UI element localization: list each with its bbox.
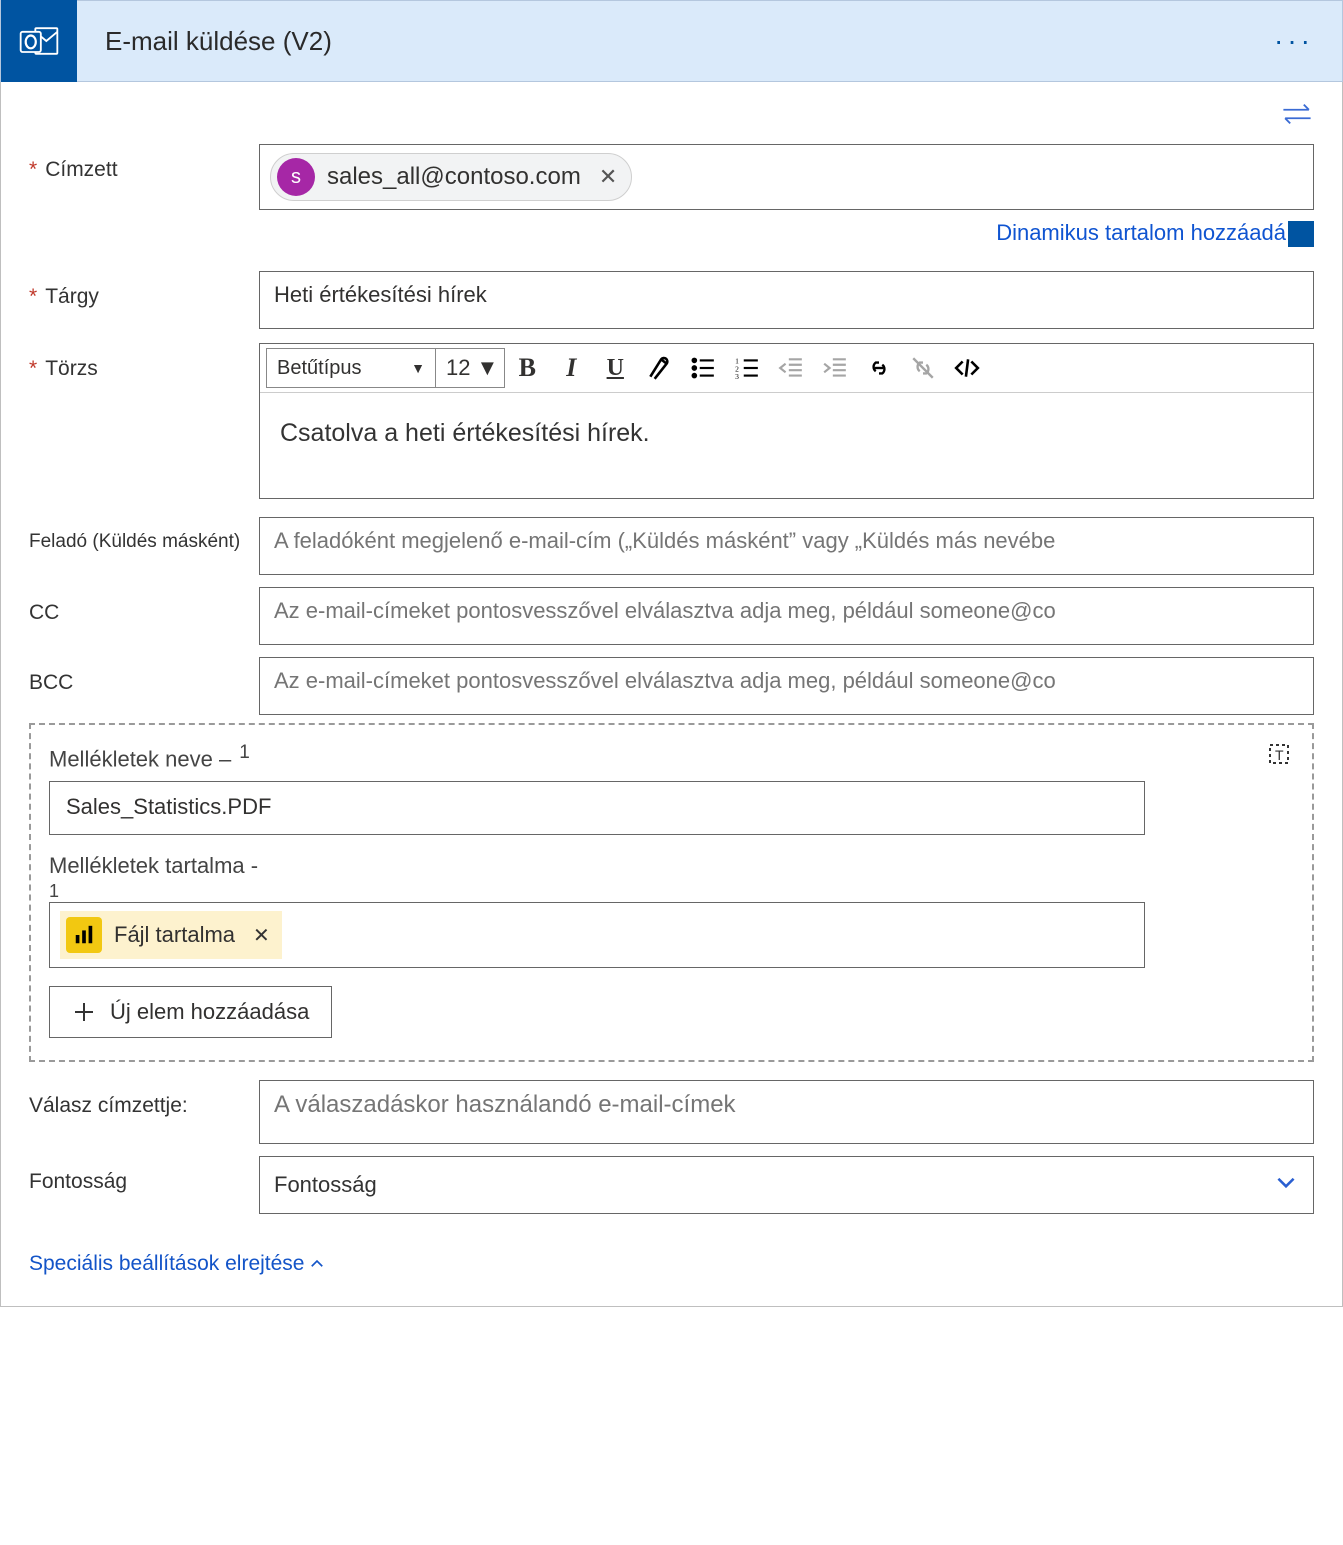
add-item-button[interactable]: Új elem hozzáadása <box>49 986 332 1038</box>
remove-chip-icon[interactable]: ✕ <box>599 164 617 190</box>
recipient-chip[interactable]: s sales_all@contoso.com ✕ <box>270 153 632 201</box>
outdent-button[interactable] <box>769 348 813 388</box>
file-content-token[interactable]: Fájl tartalma ✕ <box>60 911 282 959</box>
subject-label: *Tárgy <box>29 271 259 309</box>
importance-select[interactable]: Fontosság <box>259 1156 1314 1214</box>
bullet-list-button[interactable] <box>681 348 725 388</box>
subject-input[interactable] <box>259 271 1314 329</box>
bold-button[interactable]: B <box>505 348 549 388</box>
file-content-token-label: Fájl tartalma <box>114 922 235 948</box>
remove-token-icon[interactable]: ✕ <box>253 923 270 948</box>
body-text[interactable]: Csatolva a heti értékesítési hírek. <box>260 393 1313 498</box>
color-button[interactable] <box>637 348 681 388</box>
body-label: *Törzs <box>29 343 259 381</box>
from-input[interactable] <box>259 517 1314 575</box>
cc-label: CC <box>29 587 259 625</box>
underline-button[interactable]: U <box>593 348 637 388</box>
bcc-input[interactable] <box>259 657 1314 715</box>
recipient-address: sales_all@contoso.com <box>327 163 581 191</box>
attachment-content-label: Mellékletek tartalma - <box>49 853 1294 879</box>
unlink-button[interactable] <box>901 348 945 388</box>
body-editor: Betűtípus▼ 12▼ B I U 123 <box>259 343 1314 499</box>
avatar: s <box>277 158 315 196</box>
rte-toolbar: Betűtípus▼ 12▼ B I U 123 <box>260 344 1313 393</box>
swap-icon[interactable] <box>1280 100 1314 134</box>
link-button[interactable] <box>857 348 901 388</box>
cc-input[interactable] <box>259 587 1314 645</box>
powerbi-icon <box>66 917 102 953</box>
code-view-button[interactable] <box>945 348 989 388</box>
add-dynamic-content-link[interactable]: Dinamikus tartalom hozzáadá <box>996 220 1314 247</box>
subject-value[interactable] <box>274 282 1299 308</box>
font-family-select[interactable]: Betűtípus▼ <box>266 348 436 388</box>
more-menu-icon[interactable]: ··· <box>1274 25 1342 57</box>
reply-to-input[interactable] <box>259 1080 1314 1144</box>
to-input[interactable]: s sales_all@contoso.com ✕ <box>259 144 1314 210</box>
numbered-list-button[interactable]: 123 <box>725 348 769 388</box>
indent-button[interactable] <box>813 348 857 388</box>
attachment-name-input[interactable] <box>49 781 1145 835</box>
action-header: E-mail küldése (V2) ··· <box>0 0 1343 82</box>
to-label: *Címzett <box>29 144 259 182</box>
italic-button[interactable]: I <box>549 348 593 388</box>
attachment-content-input[interactable]: Fájl tartalma ✕ <box>49 902 1145 968</box>
svg-text:3: 3 <box>735 372 739 381</box>
importance-value: Fontosság <box>274 1172 377 1198</box>
reply-to-label: Válasz címzettje: <box>29 1080 259 1118</box>
chevron-down-icon <box>1273 1169 1299 1201</box>
importance-label: Fontosság <box>29 1156 259 1194</box>
svg-text:T: T <box>1275 747 1284 763</box>
font-size-select[interactable]: 12▼ <box>436 348 505 388</box>
attachment-name-label: Mellékletek neve –1 <box>49 742 250 772</box>
switch-mode-icon[interactable]: T <box>1264 739 1294 775</box>
dynamic-content-icon <box>1288 221 1314 247</box>
attachment-content-index: 1 <box>49 881 1294 902</box>
hide-advanced-link[interactable]: Speciális beállítások elrejtése <box>29 1252 326 1276</box>
attachments-section: Mellékletek neve –1 T Mellékletek tartal… <box>29 723 1314 1062</box>
bcc-label: BCC <box>29 657 259 695</box>
from-label: Feladó (Küldés másként) <box>29 517 259 553</box>
outlook-icon <box>1 0 77 82</box>
action-title: E-mail küldése (V2) <box>77 26 1274 57</box>
